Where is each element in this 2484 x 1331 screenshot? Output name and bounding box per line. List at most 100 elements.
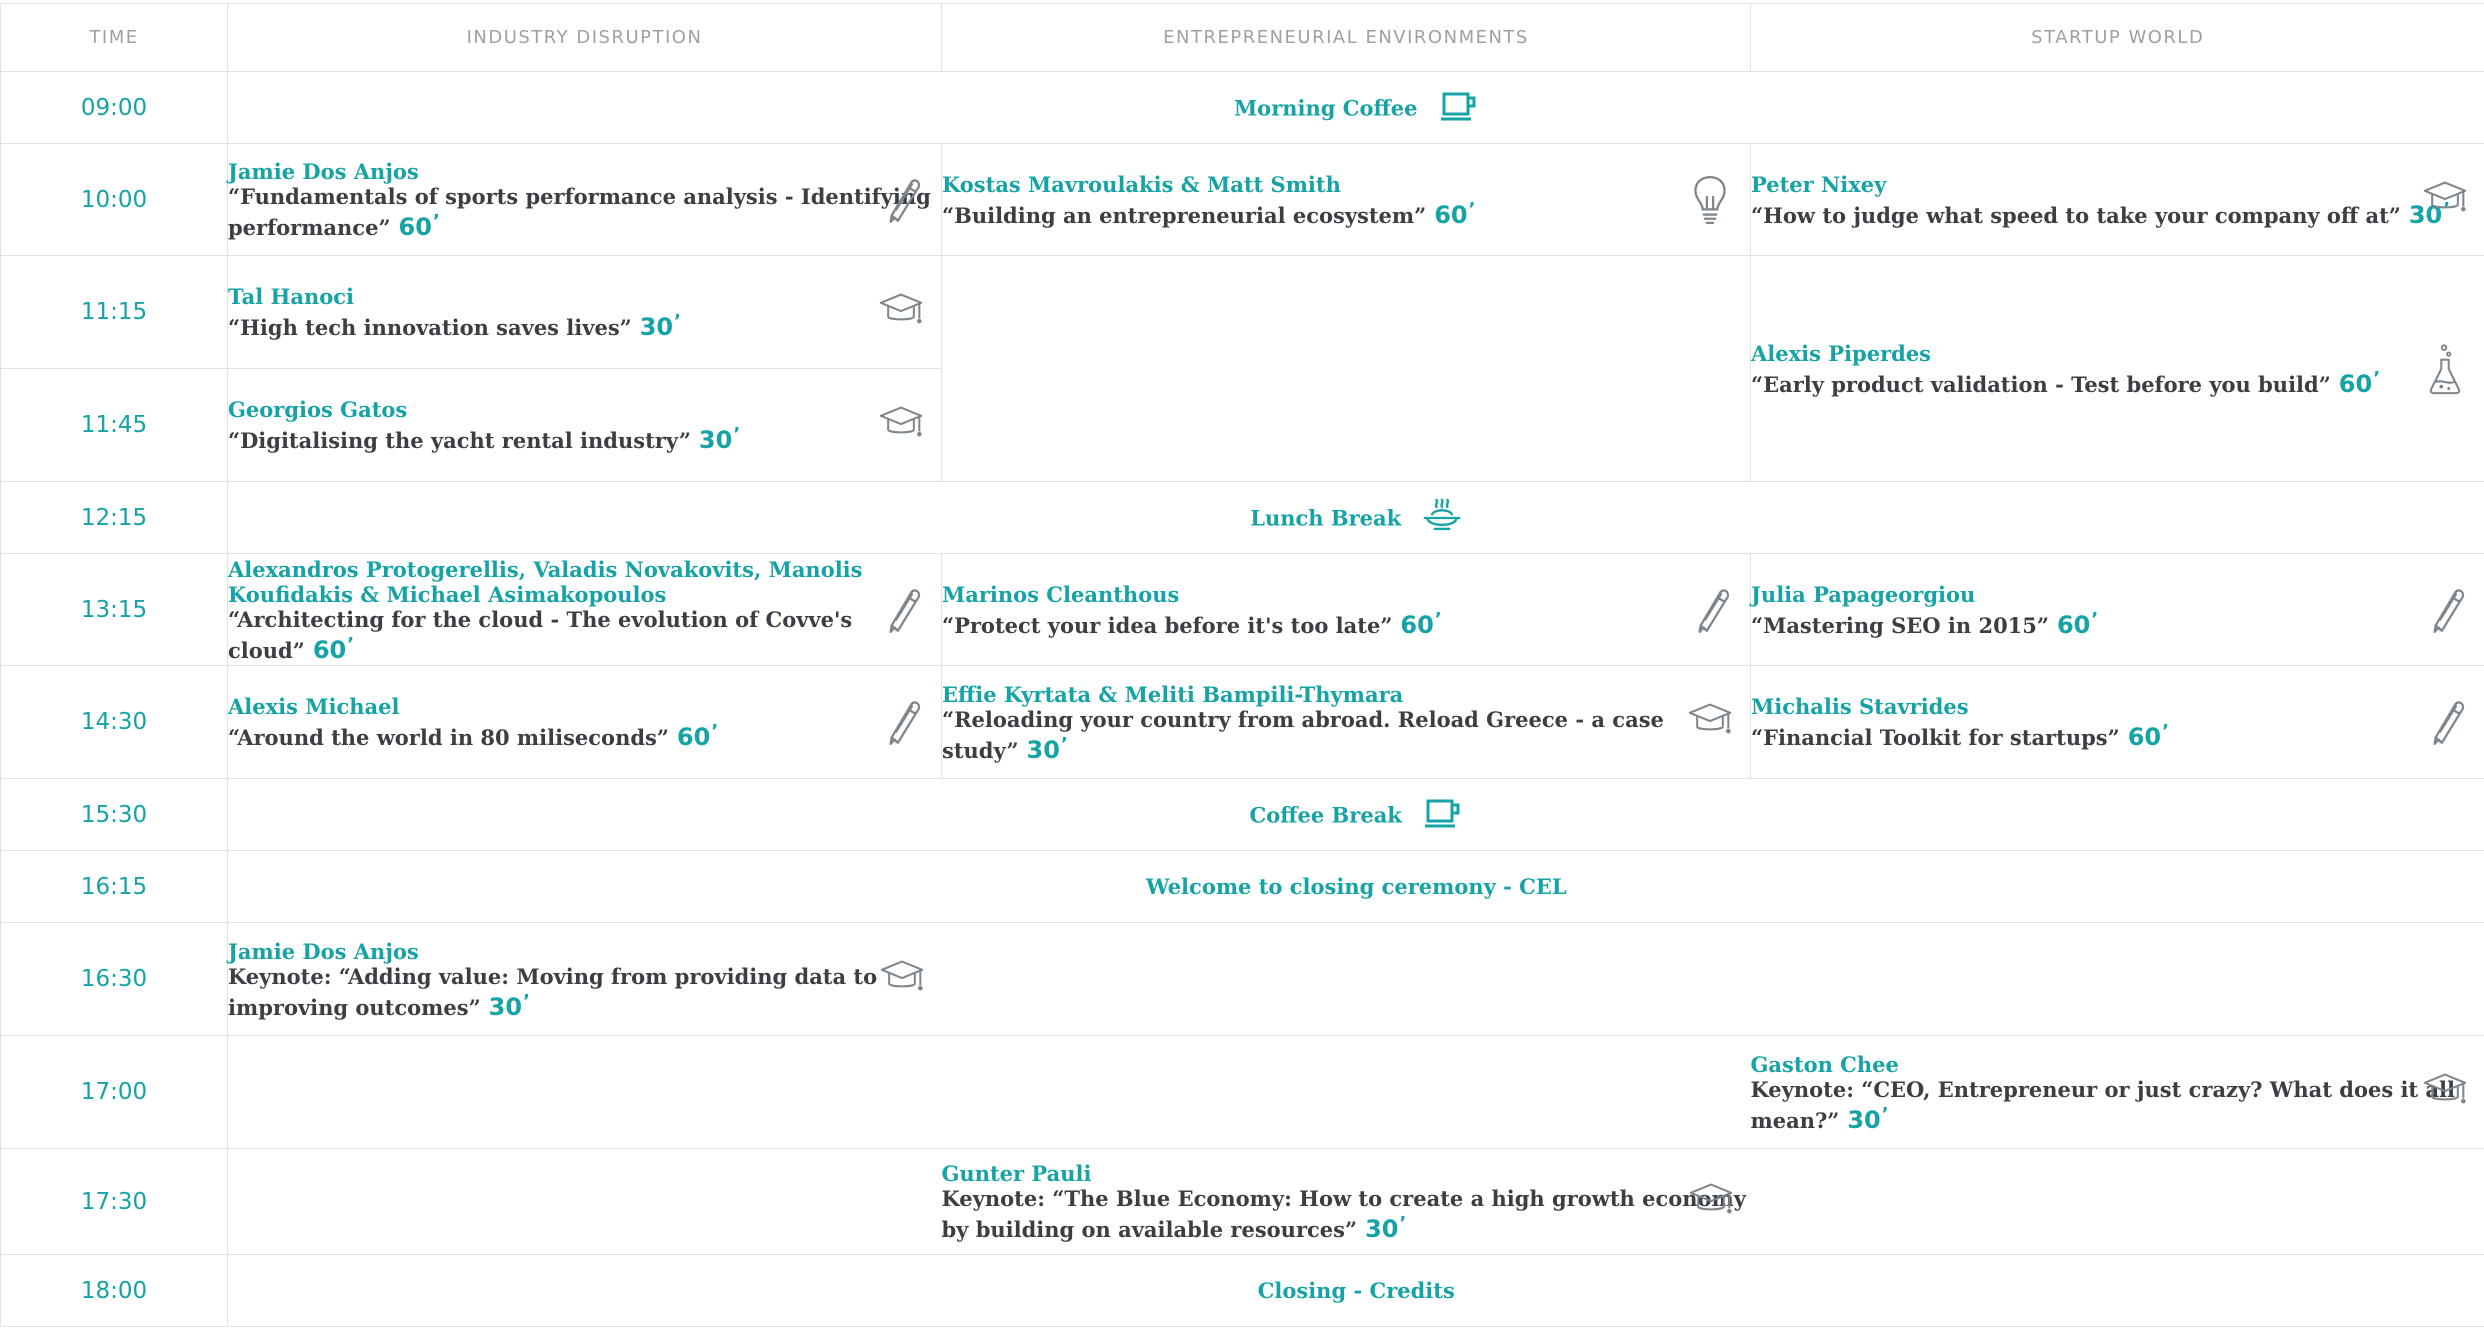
talk-title: “Mastering SEO in 2015” 60’ (1751, 607, 2484, 638)
speaker-name: Gaston Chee (1750, 1051, 1899, 1077)
schedule-row: 09:00 Morning Coffee (0, 71, 2484, 144)
duration-badge: 30’ (489, 991, 530, 1021)
duration-badge: 60’ (398, 211, 440, 241)
time-cell: 17:00 (0, 1035, 228, 1149)
time-cell: 18:00 (0, 1254, 228, 1327)
schedule-row: 11:15 Tal Hanoci “High tech innovation s… (0, 255, 2484, 482)
session-cell[interactable]: Effie Kyrtata & Meliti Bampili-Thymara “… (941, 665, 1751, 779)
food-bowl-icon (1422, 498, 1462, 538)
duration-prime: ’ (432, 211, 440, 232)
time-cell: 17:30 (0, 1148, 228, 1255)
time-cell: 11:15 (0, 255, 228, 369)
duration-prime: ’ (1881, 1103, 1889, 1125)
session-cell[interactable]: Georgios Gatos “Digitalising the yacht r… (227, 368, 942, 482)
talk-title-text: Keynote: “Adding value: Moving from prov… (228, 963, 878, 1020)
duration-value: 60 (1434, 200, 1468, 229)
duration-badge: 60’ (2127, 721, 2169, 751)
session-cell[interactable]: Marinos Cleanthous “Protect your idea be… (941, 553, 1751, 666)
duration-value: 60 (398, 213, 432, 241)
break-label: Welcome to closing ceremony - CEL (1145, 874, 1567, 899)
break-cell-coffee-break: Coffee Break (227, 778, 2484, 851)
duration-badge: 60’ (1434, 198, 1476, 229)
session-cell[interactable]: Alexis Piperdes “Early product validatio… (1750, 255, 2484, 482)
duration-prime: ’ (733, 424, 741, 445)
duration-value: 60 (676, 723, 711, 751)
time-cell: 10:00 (0, 143, 228, 256)
session-cell[interactable]: Gunter Pauli Keynote: “The Blue Economy:… (941, 1148, 1751, 1255)
duration-value: 60 (2127, 723, 2162, 751)
session-cell[interactable]: Alexis Michael “Around the world in 80 m… (227, 665, 942, 779)
schedule-row: 14:30 Alexis Michael “Around the world i… (0, 665, 2484, 779)
header-startup-world: STARTUP WORLD (1750, 3, 2484, 72)
talk-title: “Reloading your country from abroad. Rel… (942, 707, 1750, 763)
session-cell[interactable]: Peter Nixey “How to judge what speed to … (1750, 143, 2484, 256)
duration-prime: ’ (2091, 608, 2099, 630)
talk-title: “High tech innovation saves lives” 30’ (228, 309, 941, 340)
talk-title-text: “Mastering SEO in 2015” (1751, 612, 2049, 638)
break-cell-closing-ceremony: Welcome to closing ceremony - CEL (227, 850, 2484, 923)
session-cell[interactable]: Julia Papageorgiou “Mastering SEO in 201… (1750, 553, 2484, 666)
talk-title-text: “Protect your idea before it's too late” (942, 612, 1393, 638)
talk-title: Keynote: “The Blue Economy: How to creat… (942, 1186, 1751, 1242)
talk-title: “Digitalising the yacht rental industry”… (228, 422, 941, 453)
break-label: Closing - Credits (1257, 1278, 1455, 1303)
empty-slot (227, 1035, 942, 1149)
coffee-cup-icon (1439, 88, 1479, 128)
talk-title: “Financial Toolkit for startups” 60’ (1751, 719, 2484, 750)
session-cell[interactable]: Jamie Dos Anjos “Fundamentals of sports … (227, 143, 942, 256)
schedule-row: 16:30 Jamie Dos Anjos Keynote: “Adding v… (0, 922, 2484, 1036)
time-cell: 16:15 (0, 850, 228, 923)
schedule-row: 13:15 Alexandros Protogerellis, Valadis … (0, 553, 2484, 666)
duration-value: 30 (639, 313, 674, 341)
graduation-cap-icon (879, 399, 923, 451)
break-cell-morning-coffee: Morning Coffee (227, 71, 2484, 144)
duration-prime: ’ (347, 633, 355, 655)
schedule-row: 17:00 Gaston Chee Keynote: “CEO, Entrepr… (0, 1035, 2484, 1149)
pencil-icon (879, 174, 923, 226)
duration-prime: ’ (2162, 721, 2169, 742)
session-cell[interactable]: Kostas Mavroulakis & Matt Smith “Buildin… (941, 143, 1751, 256)
duration-value: 30 (698, 426, 733, 454)
coffee-cup-icon (1423, 795, 1463, 835)
empty-slot (1750, 1148, 2484, 1255)
graduation-cap-icon (2423, 1066, 2467, 1118)
session-cell[interactable]: Michalis Stavrides “Financial Toolkit fo… (1750, 665, 2484, 779)
empty-slot (1750, 922, 2484, 1036)
pencil-icon (879, 696, 923, 748)
graduation-cap-icon (879, 286, 923, 338)
time-cell: 09:00 (0, 71, 228, 144)
speaker-name: Jamie Dos Anjos (228, 938, 419, 964)
empty-slot (941, 922, 1751, 1036)
talk-title-text: “Building an entrepreneurial ecosystem” (942, 202, 1427, 228)
speaker-name: Marinos Cleanthous (942, 581, 1180, 607)
session-cell[interactable]: Gaston Chee Keynote: “CEO, Entrepreneur … (1750, 1035, 2484, 1149)
talk-title-text: “Fundamentals of sports performance anal… (228, 184, 931, 240)
time-cell: 16:30 (0, 922, 228, 1036)
duration-prime: ’ (1468, 198, 1476, 220)
duration-badge: 30’ (1847, 1103, 1889, 1134)
time-cell: 12:15 (0, 481, 228, 554)
speaker-name: Georgios Gatos (228, 397, 408, 422)
header-entrepreneurial-environments: ENTREPRENEURIAL ENVIRONMENTS (941, 3, 1751, 72)
talk-title: Keynote: “CEO, Entrepreneur or just craz… (1751, 1077, 2484, 1133)
time-cell: 13:15 (0, 553, 228, 666)
session-cell[interactable]: Jamie Dos Anjos Keynote: “Adding value: … (227, 922, 942, 1036)
graduation-cap-icon (2423, 174, 2467, 226)
flask-icon (2423, 343, 2467, 395)
talk-title: “Building an entrepreneurial ecosystem” 6… (942, 197, 1750, 228)
time-cell: 11:45 (0, 368, 228, 482)
empty-slot (941, 255, 1751, 482)
talk-title-text: “High tech innovation saves lives” (228, 315, 632, 340)
duration-badge: 30’ (698, 424, 741, 454)
session-cell[interactable]: Tal Hanoci “High tech innovation saves l… (227, 255, 942, 369)
duration-prime: ’ (1434, 608, 1442, 630)
break-label: Morning Coffee (1233, 95, 1418, 120)
duration-value: 30 (1365, 1215, 1399, 1243)
duration-badge: 60’ (312, 633, 355, 664)
duration-badge: 30’ (1027, 734, 1068, 764)
talk-title-text: “How to judge what speed to take your co… (1751, 202, 2401, 228)
session-cell[interactable]: Alexandros Protogerellis, Valadis Novako… (227, 553, 942, 666)
duration-badge: 30’ (1365, 1213, 1406, 1243)
duration-value: 60 (312, 635, 347, 664)
schedule-row: 17:30 Gunter Pauli Keynote: “The Blue Ec… (0, 1148, 2484, 1255)
